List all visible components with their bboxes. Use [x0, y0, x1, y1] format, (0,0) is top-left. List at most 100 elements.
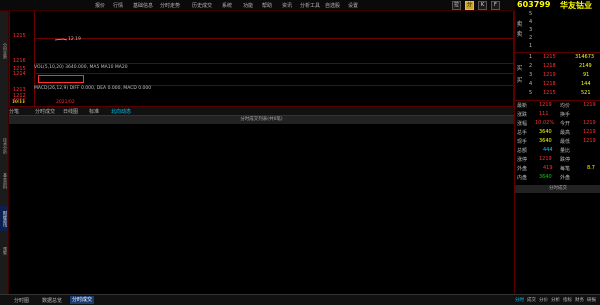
buy-volume: 2149: [579, 63, 592, 69]
buy-volume: 144: [581, 81, 591, 87]
stat-row: 外盘 419 每笔 8.7: [515, 165, 600, 173]
menu-watchlist[interactable]: 自选股: [325, 2, 340, 9]
tab-standard[interactable]: 标准: [89, 108, 99, 115]
side-tab-basic[interactable]: 基本资料: [0, 166, 8, 196]
buy-volume: 521: [581, 90, 591, 96]
grid-line: [34, 63, 514, 64]
rb-tab-analysis[interactable]: 分析: [551, 297, 560, 303]
stat-value: 3640: [539, 174, 552, 180]
bottom-tab-overview[interactable]: 数据总览: [42, 297, 62, 304]
tab-northbound[interactable]: 北向动态: [111, 108, 131, 115]
stat-label: 量比: [560, 148, 571, 154]
stat-value: 1219: [583, 129, 596, 135]
buy-price: 1218: [543, 63, 556, 69]
buy-level: 2: [529, 63, 533, 69]
stat-value: 111: [539, 111, 549, 117]
toolbar-button-2[interactable]: 分: [465, 1, 474, 10]
rb-tab-indicator[interactable]: 指标: [563, 297, 572, 303]
stat-label: 每笔: [560, 166, 571, 172]
bottom-tab-intraday[interactable]: 分时图: [14, 297, 29, 304]
sell-row: 4: [515, 19, 600, 27]
stat-label: 内盘: [517, 175, 528, 181]
side-tab-technical[interactable]: 技术分析: [0, 131, 8, 161]
stat-label: 外盘: [560, 175, 571, 181]
sell-level: 2: [529, 35, 533, 41]
menu-history[interactable]: 历史成交: [192, 2, 212, 9]
buy-price: 1218: [543, 81, 556, 87]
rb-tab-finance[interactable]: 财务: [575, 297, 584, 303]
toolbar-button-4[interactable]: F: [491, 1, 500, 10]
rb-tab-report[interactable]: 研报: [587, 297, 596, 303]
stat-value: 10.02%: [535, 120, 555, 126]
stat-label: 涨跌: [517, 112, 528, 118]
bottom-tabs: 分时图 数据总览 分时成交: [0, 294, 514, 305]
toolbar-button-1[interactable]: 拉: [452, 1, 461, 10]
menu-tools[interactable]: 分析工具: [300, 2, 320, 9]
stat-label: 涨停: [517, 157, 528, 163]
menu-market[interactable]: 行情: [113, 2, 123, 9]
stat-label: 最新: [517, 103, 528, 109]
buy-level: 4: [529, 81, 533, 87]
trade-list-header: 分时成交列表(共0笔): [9, 116, 514, 124]
tab-tick[interactable]: 分笔: [9, 108, 19, 115]
stat-row: 总额 444 量比: [515, 147, 600, 155]
stat-value: 1219: [583, 102, 596, 108]
price-label: 1216: [13, 58, 26, 64]
vol-indicator-label: VOL(5,10,20) 3640.000, MA5 MA10 MA20: [34, 65, 128, 70]
menu-function[interactable]: 功能: [243, 2, 253, 9]
stat-label: 换手: [560, 112, 571, 118]
trade-list-body[interactable]: [9, 124, 514, 294]
buy-level: 1: [529, 54, 533, 60]
tab-daily[interactable]: 日线图: [63, 108, 78, 115]
stat-row: 最新 1219 均价 1219: [515, 102, 600, 110]
stat-value: 3640: [539, 129, 552, 135]
stat-label: 今开: [560, 121, 571, 127]
stat-row: 内盘 3640 外盘: [515, 174, 600, 182]
stat-value: 444: [543, 147, 553, 153]
ma-value-label: 12.19: [68, 37, 81, 42]
stat-value: 419: [543, 165, 553, 171]
stock-code: 603799: [517, 0, 551, 9]
tab-time-trades[interactable]: 分时成交: [35, 108, 55, 115]
toolbar-button-3[interactable]: K: [478, 1, 487, 10]
side-tab-news[interactable]: 财经资讯: [0, 206, 8, 231]
menu-quote[interactable]: 报价: [95, 2, 105, 9]
volume-bar: [38, 75, 84, 83]
buy-price: 1219: [543, 72, 556, 78]
buy-level: 3: [529, 72, 533, 78]
menu-help[interactable]: 帮助: [262, 2, 272, 9]
date-label: 2021/02: [56, 100, 75, 105]
rb-tab-intraday[interactable]: 分时: [515, 297, 524, 303]
sell-row: 3: [515, 27, 600, 35]
stat-value: 1219: [583, 138, 596, 144]
quote-panel: 卖 卖 5 4 3 2 1 买 买 1 1215 314673 2 1218 2149 …: [514, 11, 600, 294]
top-toolbar: 报价 行情 基础信息 分时走势 历史成交 系统 功能 帮助 资讯 分析工具 自选…: [0, 0, 515, 11]
divider: [515, 100, 600, 101]
menu-intraday[interactable]: 分时走势: [160, 2, 180, 9]
divider: [515, 52, 600, 53]
side-tab-intraday[interactable]: 分时走势: [0, 31, 8, 71]
stat-row: 涨幅 10.02% 今开 1219: [515, 120, 600, 128]
menu-system[interactable]: 系统: [222, 2, 232, 9]
menu-settings[interactable]: 设置: [348, 2, 358, 9]
stat-label: 均价: [560, 103, 571, 109]
menu-basic-info[interactable]: 基础信息: [133, 2, 153, 9]
stat-label: 总手: [517, 130, 528, 136]
buy-row: 5 1215 521: [515, 90, 600, 98]
sell-level: 3: [529, 27, 533, 33]
buy-price: 1215: [543, 54, 556, 60]
buy-volume: 314673: [575, 54, 595, 60]
stat-value: 8.7: [587, 165, 595, 171]
bottom-tab-trades[interactable]: 分时成交: [70, 296, 95, 304]
grid-line: [34, 38, 514, 39]
sell-row: 5: [515, 11, 600, 19]
buy-row: 4 1218 144: [515, 81, 600, 89]
side-tab-alert[interactable]: 预警: [0, 241, 8, 261]
stat-value: 1219: [539, 156, 552, 162]
stat-row: 涨跌 111 换手: [515, 111, 600, 119]
right-bottom-tabs: 分时 成交 分价 分析 指标 财务 研报: [514, 294, 600, 305]
stat-value: 3640: [539, 138, 552, 144]
menu-news[interactable]: 资讯: [282, 2, 292, 9]
rb-tab-trades[interactable]: 成交: [527, 297, 536, 303]
rb-tab-price[interactable]: 分价: [539, 297, 548, 303]
